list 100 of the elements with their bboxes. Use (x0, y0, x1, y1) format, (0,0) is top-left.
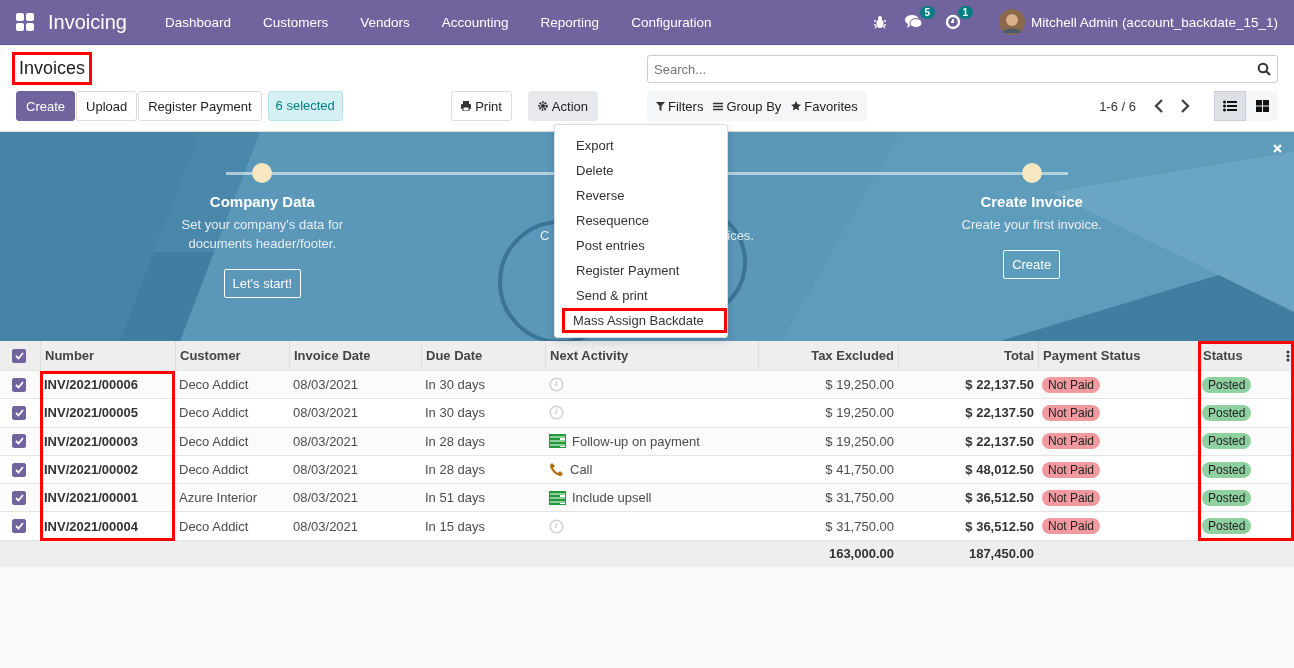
column-header[interactable]: Customer (180, 348, 241, 363)
navbar-menu-item[interactable]: Customers (263, 14, 329, 30)
navbar-menu-item[interactable]: Configuration (631, 14, 712, 30)
search-field[interactable]: Search... (647, 55, 1278, 83)
next-page-icon[interactable] (1180, 99, 1190, 113)
activity-count-badge: 1 (957, 6, 974, 19)
tasks-icon[interactable] (549, 490, 566, 505)
payment-status-badge: Not Paid (1042, 404, 1101, 421)
column-header[interactable]: Number (45, 348, 95, 363)
dropdown-menu-item[interactable]: Register Payment (555, 258, 727, 283)
navbar-menu-item[interactable]: Accounting (441, 14, 509, 30)
column-header[interactable]: Payment Status (1043, 348, 1141, 363)
selection-count: 6 selected (267, 91, 343, 121)
print-button[interactable]: Print (451, 91, 512, 121)
customer-name: Deco Addict (179, 405, 249, 421)
dropdown-menu-item[interactable]: Mass Assign Backdate (562, 308, 727, 333)
customer-name: Deco Addict (179, 377, 249, 393)
status-badge: Posted (1202, 433, 1252, 450)
gear-icon (537, 101, 548, 111)
tax-excluded: $ 19,250.00 (825, 405, 894, 421)
tax-excluded: $ 41,750.00 (825, 462, 894, 478)
tax-excluded-total: 163,000.00 (828, 546, 894, 562)
tasks-icon[interactable] (549, 434, 566, 449)
page-title: Invoices (12, 52, 93, 85)
column-header[interactable]: Status (1203, 348, 1243, 363)
invoice-number: INV/2021/00001 (44, 490, 138, 506)
chat-icon[interactable] (905, 14, 924, 30)
invoice-date: 08/03/2021 (293, 405, 359, 421)
favorites-button[interactable]: Favorites (786, 91, 863, 121)
activity-summary: Call (570, 462, 593, 478)
bug-icon[interactable] (873, 15, 888, 29)
dropdown-menu-item[interactable]: Send & print (555, 283, 727, 308)
search-icon[interactable] (1257, 62, 1271, 76)
activity-summary: Follow-up on payment (572, 433, 700, 449)
invoice-date: 08/03/2021 (293, 518, 359, 534)
invoice-date: 08/03/2021 (293, 462, 359, 478)
row-checkbox[interactable] (12, 519, 26, 534)
star-icon (791, 101, 802, 111)
row-checkbox[interactable] (12, 462, 26, 477)
total-amount: $ 48,012.50 (965, 462, 1034, 478)
column-options-icon[interactable] (1286, 350, 1290, 362)
create-button[interactable]: Create (16, 91, 76, 121)
navbar-menu-item[interactable]: Reporting (540, 14, 600, 30)
row-checkbox[interactable] (12, 405, 26, 420)
step-title: Company Data (209, 193, 315, 210)
customer-name: Deco Addict (179, 518, 249, 534)
status-badge: Posted (1202, 376, 1252, 393)
toolbar-button[interactable]: Upload (76, 91, 138, 121)
list-view-icon (1223, 100, 1237, 112)
list-view-button[interactable] (1214, 91, 1246, 121)
tax-excluded: $ 31,750.00 (825, 490, 894, 506)
due-date: In 51 days (425, 490, 485, 506)
avatar-icon[interactable] (999, 9, 1026, 35)
total-amount: $ 36,512.50 (965, 490, 1034, 506)
column-header[interactable]: Due Date (426, 348, 483, 363)
customer-name: Deco Addict (179, 433, 249, 449)
kanban-view-icon (1255, 100, 1269, 112)
column-header[interactable]: Invoice Date (294, 348, 371, 363)
due-date: In 28 days (425, 462, 485, 478)
navbar-menu-item[interactable]: Vendors (360, 14, 410, 30)
customer-name: Azure Interior (179, 490, 258, 506)
dropdown-menu-item[interactable]: Export (555, 133, 727, 158)
app-name: Invoicing (48, 10, 127, 34)
column-header[interactable]: Tax Excluded (811, 348, 894, 363)
dropdown-menu-item[interactable]: Delete (555, 158, 727, 183)
list-icon (713, 101, 724, 111)
phone-icon[interactable] (549, 462, 564, 478)
row-checkbox[interactable] (12, 377, 26, 392)
apps-menu-icon[interactable] (16, 13, 34, 31)
navbar-menu-item[interactable]: Dashboard (164, 14, 231, 30)
total-amount: $ 36,512.50 (965, 518, 1034, 534)
invoice-number: INV/2021/00004 (44, 518, 138, 534)
action-button[interactable]: Action (527, 91, 598, 121)
due-date: In 15 days (425, 518, 485, 534)
filters-button[interactable]: Filters (651, 91, 709, 121)
payment-status-badge: Not Paid (1042, 376, 1101, 393)
message-count-badge: 5 (919, 6, 936, 19)
filter-icon (656, 101, 665, 111)
step-description-fragment: ices. (727, 227, 754, 245)
column-header[interactable]: Next Activity (550, 348, 629, 363)
close-icon[interactable] (1273, 144, 1282, 153)
previous-page-icon[interactable] (1154, 99, 1164, 113)
user-name[interactable]: Mitchell Admin (account_backdate_15_1) (1031, 14, 1278, 30)
dropdown-menu-item[interactable]: Post entries (555, 233, 727, 258)
toolbar-button[interactable]: Register Payment (138, 91, 262, 121)
payment-status-badge: Not Paid (1042, 433, 1101, 450)
invoice-date: 08/03/2021 (293, 377, 359, 393)
printer-icon (461, 101, 472, 111)
step-title: Create Invoice (980, 193, 1083, 210)
row-checkbox[interactable] (12, 434, 26, 449)
select-all-checkbox[interactable] (12, 348, 26, 363)
invoice-number: INV/2021/00002 (44, 462, 138, 478)
column-header[interactable]: Total (1003, 348, 1034, 363)
total-amount: $ 22,137.50 (965, 377, 1034, 393)
group-by-button[interactable]: Group By (708, 91, 787, 121)
status-badge: Posted (1202, 489, 1252, 506)
dropdown-menu-item[interactable]: Reverse (555, 183, 727, 208)
dropdown-menu-item[interactable]: Resequence (555, 208, 727, 233)
row-checkbox[interactable] (12, 490, 26, 505)
due-date: In 30 days (425, 405, 485, 421)
